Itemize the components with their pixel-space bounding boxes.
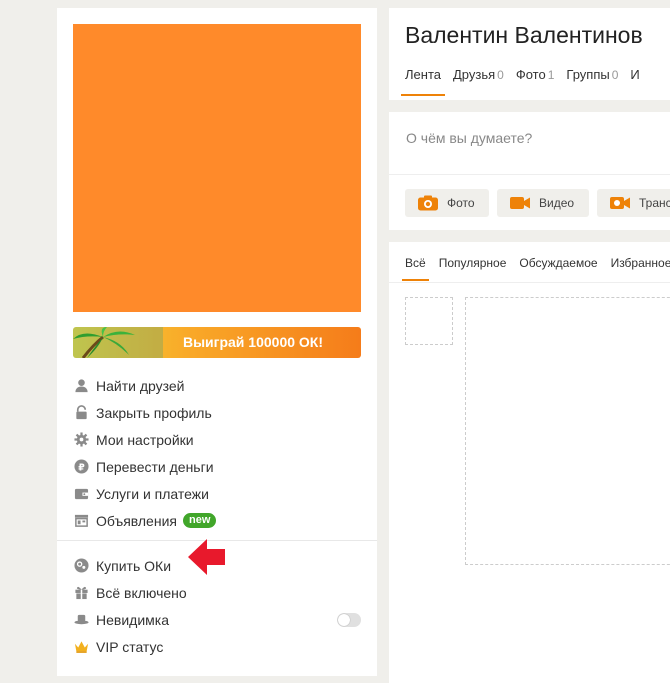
photo-button[interactable]: Фото — [405, 189, 489, 217]
menu-all-inclusive[interactable]: Всё включено — [73, 579, 361, 606]
promo-banner[interactable]: Выиграй 100000 ОК! — [73, 327, 361, 358]
menu-label: Найти друзей — [96, 377, 185, 394]
menu-invisible[interactable]: Невидимка — [73, 606, 361, 633]
video-button-label: Видео — [539, 196, 575, 210]
menu-label: Всё включено — [96, 584, 187, 601]
menu-ads[interactable]: Объявления new — [73, 507, 361, 534]
feed-tab-all[interactable]: Всё — [402, 256, 429, 281]
profile-name: Валентин Валентинов — [405, 22, 643, 48]
tab-groups[interactable]: Группы 0 — [566, 67, 618, 96]
tab-count: 0 — [611, 68, 619, 82]
profile-tabs: Лента Друзья 0 Фото 1 Группы 0 И — [401, 67, 652, 96]
palm-icon — [73, 327, 163, 358]
tab-label: Лента — [405, 67, 441, 82]
menu-label: Объявления — [96, 512, 177, 529]
feed-panel: Всё Популярное Обсуждаемое Избранное — [389, 242, 670, 683]
camera-icon — [418, 195, 438, 211]
invisible-toggle[interactable] — [337, 612, 361, 627]
broadcast-button-label: Транс — [639, 196, 670, 210]
tab-feed[interactable]: Лента — [401, 67, 445, 96]
ads-icon — [73, 513, 89, 529]
menu-label: Перевести деньги — [96, 458, 214, 475]
menu-find-friends[interactable]: Найти друзей — [73, 372, 361, 399]
menu-label: Мои настройки — [96, 431, 194, 448]
composer-divider — [389, 174, 670, 175]
broadcast-button[interactable]: Транс — [597, 189, 670, 217]
feed-divider — [389, 282, 670, 283]
menu-vip-status[interactable]: VIP статус — [73, 633, 361, 660]
menu-label: VIP статус — [96, 638, 164, 655]
ok-coin-icon — [73, 558, 89, 574]
feed-placeholder-body — [465, 297, 670, 565]
menu-label: Закрыть профиль — [96, 404, 212, 421]
person-icon — [73, 378, 89, 394]
broadcast-icon — [610, 197, 630, 209]
feed-tab-popular[interactable]: Популярное — [439, 256, 507, 281]
feed-tab-discussed[interactable]: Обсуждаемое — [519, 256, 597, 281]
tab-photos[interactable]: Фото 1 — [516, 67, 555, 96]
wallet-icon — [73, 486, 89, 502]
menu-transfer-money[interactable]: ₽ Перевести деньги — [73, 453, 361, 480]
video-button[interactable]: Видео — [497, 189, 589, 217]
photo-button-label: Фото — [447, 196, 475, 210]
new-badge: new — [182, 513, 217, 528]
main-menu: Найти друзей Закрыть профиль Мои настрой… — [73, 372, 361, 534]
tab-count: 0 — [497, 68, 504, 82]
menu-label: Услуги и платежи — [96, 485, 209, 502]
tab-label: Фото — [515, 67, 546, 82]
red-arrow-icon — [188, 539, 225, 575]
gear-icon — [73, 432, 89, 448]
gift-icon — [73, 585, 89, 601]
tab-friends[interactable]: Друзья 0 — [453, 67, 504, 96]
promo-text: Выиграй 100000 ОК! — [182, 334, 324, 350]
video-icon — [510, 197, 530, 209]
composer-placeholder[interactable]: О чём вы думаете? — [406, 130, 532, 146]
lock-icon — [73, 405, 89, 421]
svg-text:₽: ₽ — [78, 462, 85, 473]
menu-label: Невидимка — [96, 611, 169, 628]
tab-label: Группы — [566, 67, 610, 82]
feed-tabs: Всё Популярное Обсуждаемое Избранное — [402, 256, 670, 281]
tab-more[interactable]: И — [630, 67, 639, 96]
profile-header: Валентин Валентинов Лента Друзья 0 Фото 1 Гру… — [389, 8, 670, 100]
ruble-icon: ₽ — [73, 459, 89, 475]
tab-count: 1 — [547, 68, 555, 82]
hat-icon — [73, 612, 89, 628]
tab-label: И — [630, 67, 640, 82]
menu-label: Купить ОКи — [96, 557, 172, 574]
tab-label: Друзья — [452, 67, 496, 82]
crown-icon — [73, 639, 89, 655]
post-composer: О чём вы думаете? Фото Видео Транс — [389, 112, 670, 230]
profile-avatar[interactable] — [73, 24, 361, 312]
feed-placeholder-thumb — [405, 297, 453, 345]
menu-settings[interactable]: Мои настройки — [73, 426, 361, 453]
feed-tab-favorites[interactable]: Избранное — [611, 256, 670, 281]
menu-close-profile[interactable]: Закрыть профиль — [73, 399, 361, 426]
menu-services-payments[interactable]: Услуги и платежи — [73, 480, 361, 507]
